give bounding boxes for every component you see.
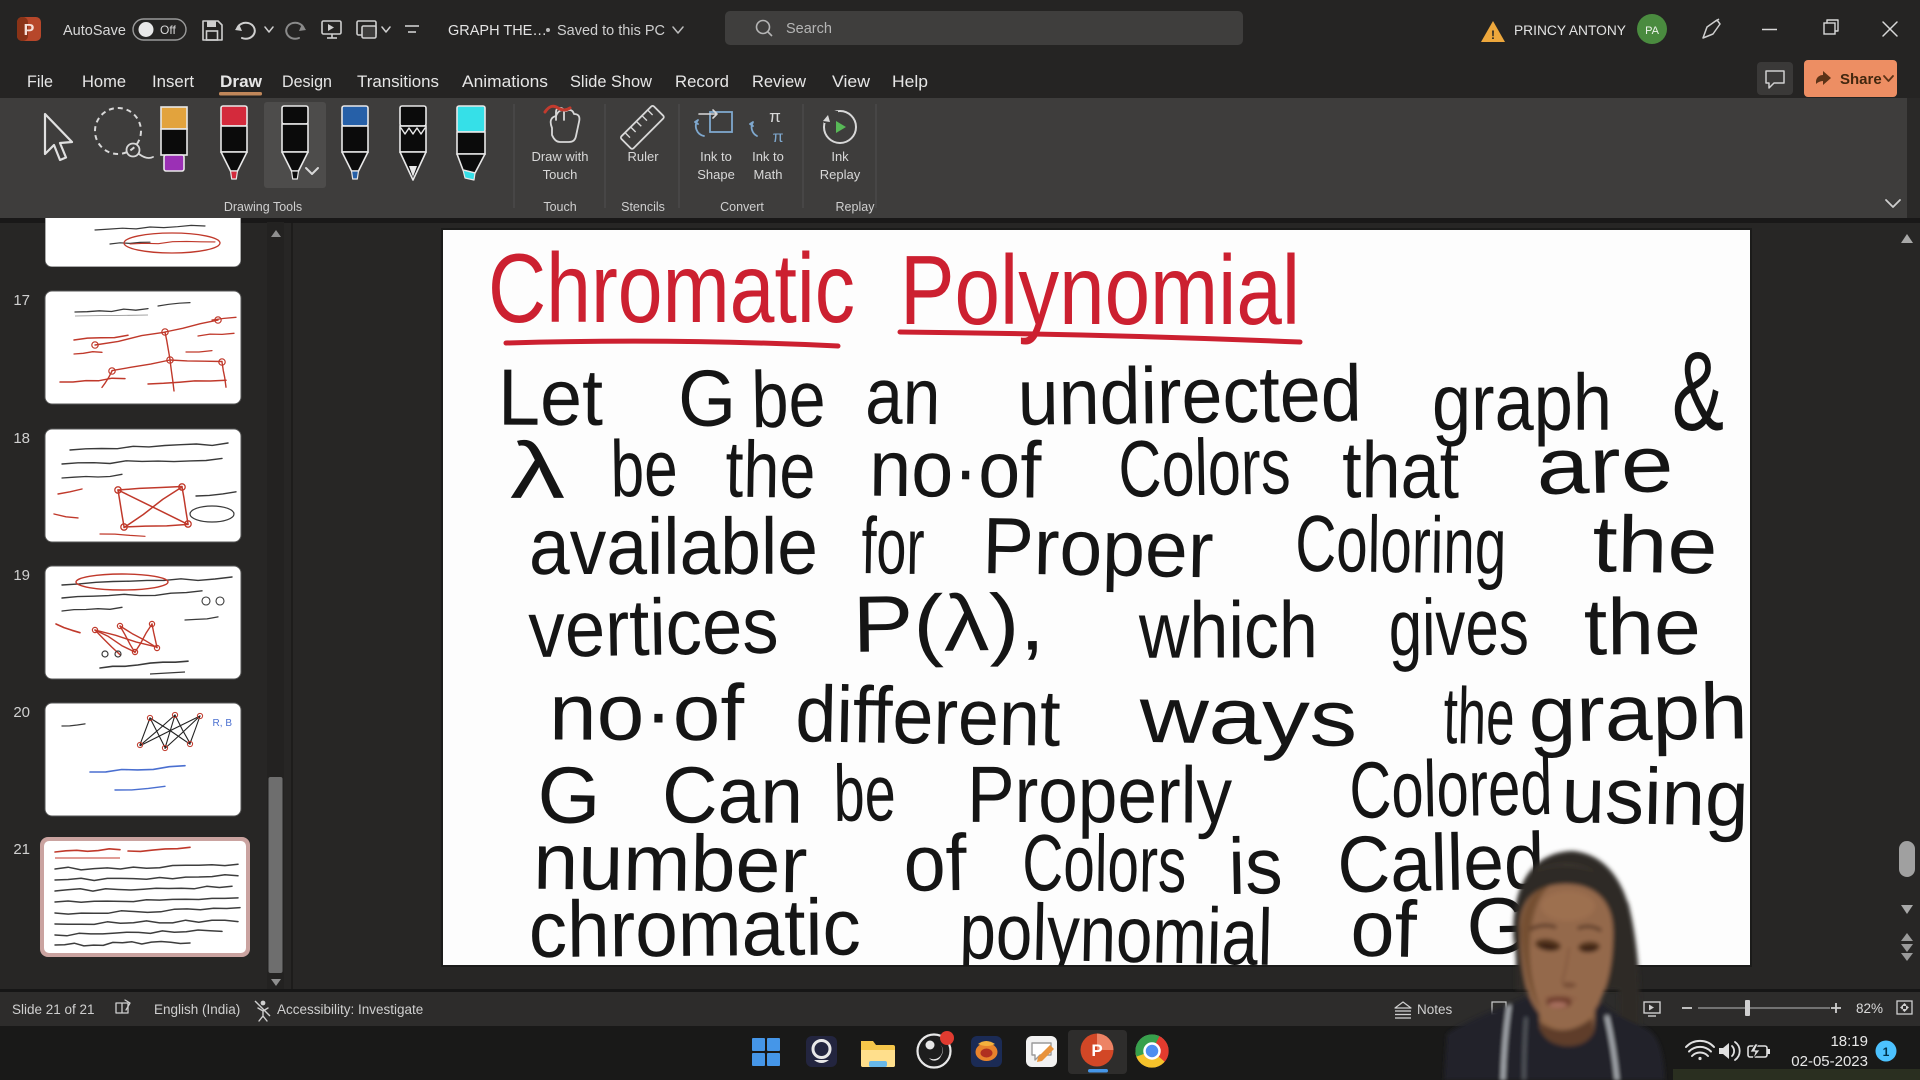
svg-text:02-05-2023: 02-05-2023 [1791, 1053, 1868, 1070]
svg-text:Draw: Draw [220, 73, 262, 91]
svg-text:Transitions: Transitions [357, 73, 439, 91]
svg-text:Record: Record [675, 73, 729, 91]
svg-text:Ink: Ink [831, 149, 849, 164]
svg-text:P: P [24, 22, 35, 39]
svg-text:the: the [1592, 499, 1719, 590]
svg-text:PRINCY ANTONY: PRINCY ANTONY [1514, 23, 1626, 38]
svg-text:the: the [1584, 582, 1701, 672]
svg-text:Off: Off [160, 23, 176, 37]
svg-text:21: 21 [13, 841, 30, 858]
svg-text:gives: gives [1388, 582, 1529, 672]
svg-text:AutoSave: AutoSave [63, 23, 126, 39]
svg-text:18: 18 [13, 430, 30, 447]
svg-text:English (India): English (India) [154, 1002, 240, 1017]
svg-text:R, B: R, B [213, 718, 233, 729]
svg-text:Ruler: Ruler [627, 149, 659, 164]
svg-text:Accessibility: Investigate: Accessibility: Investigate [277, 1002, 423, 1017]
svg-text:of: of [1350, 884, 1419, 974]
svg-text:of: of [903, 818, 968, 908]
svg-text:Touch: Touch [543, 200, 576, 214]
svg-text:Notes: Notes [1417, 1002, 1453, 1017]
svg-text:Help: Help [892, 73, 928, 91]
svg-text:PA: PA [1645, 25, 1660, 37]
svg-text:Saved to this PC: Saved to this PC [557, 23, 665, 39]
svg-text:no·of: no·of [549, 667, 745, 757]
svg-text:Slide Show: Slide Show [570, 73, 652, 91]
svg-text:Draw with: Draw with [531, 149, 588, 164]
svg-text:π: π [772, 129, 783, 146]
svg-text:P: P [1091, 1041, 1102, 1060]
svg-text:!: ! [1491, 28, 1495, 42]
svg-text:Home: Home [82, 73, 126, 91]
svg-text:Coloring: Coloring [1295, 499, 1507, 591]
svg-text:Animations: Animations [462, 73, 548, 91]
svg-text:available: available [529, 502, 818, 591]
svg-text:File: File [27, 73, 53, 91]
svg-text:Math: Math [754, 167, 783, 182]
svg-text:Colors: Colors [1118, 421, 1292, 513]
svg-text:Chromatic: Chromatic [488, 233, 855, 343]
svg-text:82%: 82% [1856, 1001, 1883, 1016]
svg-text:Drawing Tools: Drawing Tools [224, 200, 302, 214]
svg-text:which: which [1138, 585, 1318, 675]
svg-text:Slide 21 of 21: Slide 21 of 21 [12, 1002, 95, 1017]
svg-text:20: 20 [13, 704, 30, 721]
svg-text:Replay: Replay [820, 167, 861, 182]
svg-text:Shape: Shape [697, 167, 735, 182]
svg-text:Replay: Replay [836, 200, 876, 214]
svg-text:Share: Share [1840, 71, 1882, 88]
svg-text:graph: graph [1528, 666, 1748, 758]
svg-text:using: using [1561, 750, 1750, 843]
svg-text:1: 1 [1883, 1045, 1890, 1059]
svg-text:chromatic: chromatic [528, 882, 861, 974]
svg-text:are: are [1535, 419, 1674, 511]
svg-text:Stencils: Stencils [621, 200, 665, 214]
svg-text:ways: ways [1137, 670, 1358, 763]
svg-text:View: View [832, 73, 870, 91]
svg-text:Ink to: Ink to [700, 149, 732, 164]
svg-text:19: 19 [13, 567, 30, 584]
svg-text:π: π [769, 107, 781, 126]
svg-text:be: be [610, 423, 678, 513]
svg-text:Convert: Convert [720, 200, 764, 214]
svg-text:Ink to: Ink to [752, 149, 784, 164]
svg-text:vertices: vertices [528, 581, 780, 675]
svg-text:for: for [861, 501, 926, 591]
svg-text:be: be [833, 748, 896, 838]
svg-text:Design: Design [282, 73, 332, 91]
svg-text:Polynomial: Polynomial [900, 235, 1300, 345]
svg-text:GRAPH THE…: GRAPH THE… [448, 23, 547, 39]
svg-text:P(λ),: P(λ), [852, 577, 1045, 668]
svg-text:Touch: Touch [543, 167, 578, 182]
svg-text:&: & [1672, 329, 1724, 454]
svg-text:Review: Review [752, 73, 806, 91]
svg-text:Search: Search [786, 21, 832, 37]
svg-text:Insert: Insert [152, 73, 194, 91]
svg-text:18:19: 18:19 [1830, 1033, 1868, 1050]
svg-text:17: 17 [13, 292, 30, 309]
